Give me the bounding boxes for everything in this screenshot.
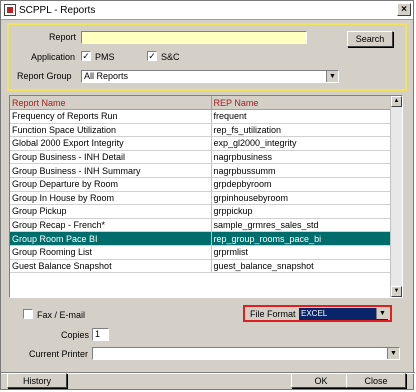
- fax-email-checkbox[interactable]: [23, 309, 33, 319]
- file-format-select[interactable]: EXCEL ▼: [299, 308, 388, 320]
- table-row[interactable]: Function Space Utilization rep_fs_utiliza…: [10, 123, 392, 138]
- copies-label: Copies: [61, 330, 90, 340]
- sc-label: S&C: [161, 52, 180, 62]
- report-group-value: All Reports: [84, 71, 129, 81]
- close-button[interactable]: Close: [346, 373, 406, 388]
- rep-name-cell[interactable]: sample_grmres_sales_std: [211, 218, 392, 233]
- current-printer-label: Current Printer: [29, 349, 89, 359]
- rep-name-cell[interactable]: exp_gl2000_integrity: [211, 136, 392, 151]
- reports-window: SCPPL - Reports × Report Search Applicat…: [0, 0, 415, 390]
- history-button[interactable]: History: [7, 373, 67, 388]
- rep-name-cell[interactable]: nagrpbussumm: [211, 163, 392, 178]
- table-row[interactable]: Global 2000 Export Integrity exp_gl2000_i…: [10, 136, 392, 151]
- rep-name-cell[interactable]: frequent: [211, 109, 392, 124]
- report-name-cell[interactable]: Group Room Pace BI: [10, 231, 212, 246]
- report-input[interactable]: [81, 31, 307, 44]
- pms-checkbox[interactable]: ✓: [81, 51, 91, 61]
- table-row[interactable]: Group Business - INH Detail nagrpbusiness: [10, 150, 392, 165]
- chevron-down-icon[interactable]: ▼: [376, 308, 388, 319]
- rep-name-cell[interactable]: guest_balance_snapshot: [211, 259, 392, 274]
- scroll-down-icon[interactable]: ▼: [391, 286, 402, 297]
- window-close-button[interactable]: ×: [397, 3, 411, 16]
- rep-name-cell[interactable]: rep_group_rooms_pace_bi: [211, 231, 392, 246]
- file-format-label: File Format: [250, 309, 296, 319]
- report-name-cell[interactable]: Frequency of Reports Run: [10, 109, 212, 124]
- title-bar: SCPPL - Reports ×: [1, 1, 413, 20]
- report-name-cell[interactable]: Group Pickup: [10, 204, 212, 219]
- rep-name-cell[interactable]: grppickup: [211, 204, 392, 219]
- report-name-cell[interactable]: Function Space Utilization: [10, 123, 212, 138]
- column-header-report-name[interactable]: Report Name: [10, 96, 212, 110]
- sc-checkbox[interactable]: ✓: [147, 51, 157, 61]
- rep-name-cell[interactable]: rep_fs_utilization: [211, 123, 392, 138]
- rep-name-cell[interactable]: nagrpbusiness: [211, 150, 392, 165]
- report-label: Report: [49, 32, 77, 42]
- rep-name-cell[interactable]: grpinhousebyroom: [211, 191, 392, 206]
- rep-name-cell[interactable]: grprmlist: [211, 245, 392, 260]
- rep-name-cell[interactable]: grpdepbyroom: [211, 177, 392, 192]
- app-icon: [4, 4, 16, 16]
- report-name-cell[interactable]: Group Departure by Room: [10, 177, 212, 192]
- table-scrollbar[interactable]: ▲ ▼: [390, 96, 402, 297]
- scroll-up-icon[interactable]: ▲: [391, 96, 402, 107]
- table-row[interactable]: Frequency of Reports Run frequent: [10, 109, 392, 124]
- column-header-rep-name[interactable]: REP Name: [211, 96, 392, 110]
- file-format-group: File Format EXCEL ▼: [243, 305, 392, 322]
- table-row[interactable]: Group Pickup grppickup: [10, 204, 392, 219]
- application-label: Application: [31, 52, 76, 62]
- report-name-cell[interactable]: Global 2000 Export Integrity: [10, 136, 212, 151]
- report-name-cell[interactable]: Group Business - INH Detail: [10, 150, 212, 165]
- file-format-value: EXCEL: [301, 309, 328, 318]
- ok-button[interactable]: OK: [291, 373, 351, 388]
- copies-input[interactable]: 1: [92, 328, 109, 341]
- report-group-select[interactable]: All Reports ▼: [81, 70, 339, 83]
- reports-table: Report Name REP Name Frequency of Report…: [9, 95, 403, 298]
- report-name-cell[interactable]: Guest Balance Snapshot: [10, 259, 212, 274]
- report-group-label: Report Group: [17, 71, 72, 81]
- table-row[interactable]: Group Recap - French* sample_grmres_sales…: [10, 218, 392, 233]
- report-name-cell[interactable]: Group In House by Room: [10, 191, 212, 206]
- table-row[interactable]: Group Departure by Room grpdepbyroom: [10, 177, 392, 192]
- table-row[interactable]: Group Business - INH Summary nagrpbussumm: [10, 163, 392, 178]
- window-title: SCPPL - Reports: [19, 4, 96, 16]
- current-printer-select[interactable]: ▼: [92, 347, 400, 360]
- filter-panel: Report Search Application ✓ PMS ✓ S&C Re…: [7, 23, 407, 91]
- table-row[interactable]: Group Rooming List grprmlist: [10, 245, 392, 260]
- table-row[interactable]: Group Room Pace BI rep_group_rooms_pace_b…: [10, 231, 392, 246]
- table-row[interactable]: Group In House by Room grpinhousebyroom: [10, 191, 392, 206]
- fax-email-label: Fax / E-mail: [37, 310, 86, 320]
- pms-label: PMS: [95, 52, 115, 62]
- chevron-down-icon[interactable]: ▼: [387, 348, 399, 359]
- search-button[interactable]: Search: [347, 31, 393, 47]
- table-row[interactable]: Guest Balance Snapshot guest_balance_snap…: [10, 259, 392, 274]
- report-name-cell[interactable]: Group Recap - French*: [10, 218, 212, 233]
- report-name-cell[interactable]: Group Business - INH Summary: [10, 163, 212, 178]
- report-name-cell[interactable]: Group Rooming List: [10, 245, 212, 260]
- chevron-down-icon[interactable]: ▼: [326, 71, 338, 82]
